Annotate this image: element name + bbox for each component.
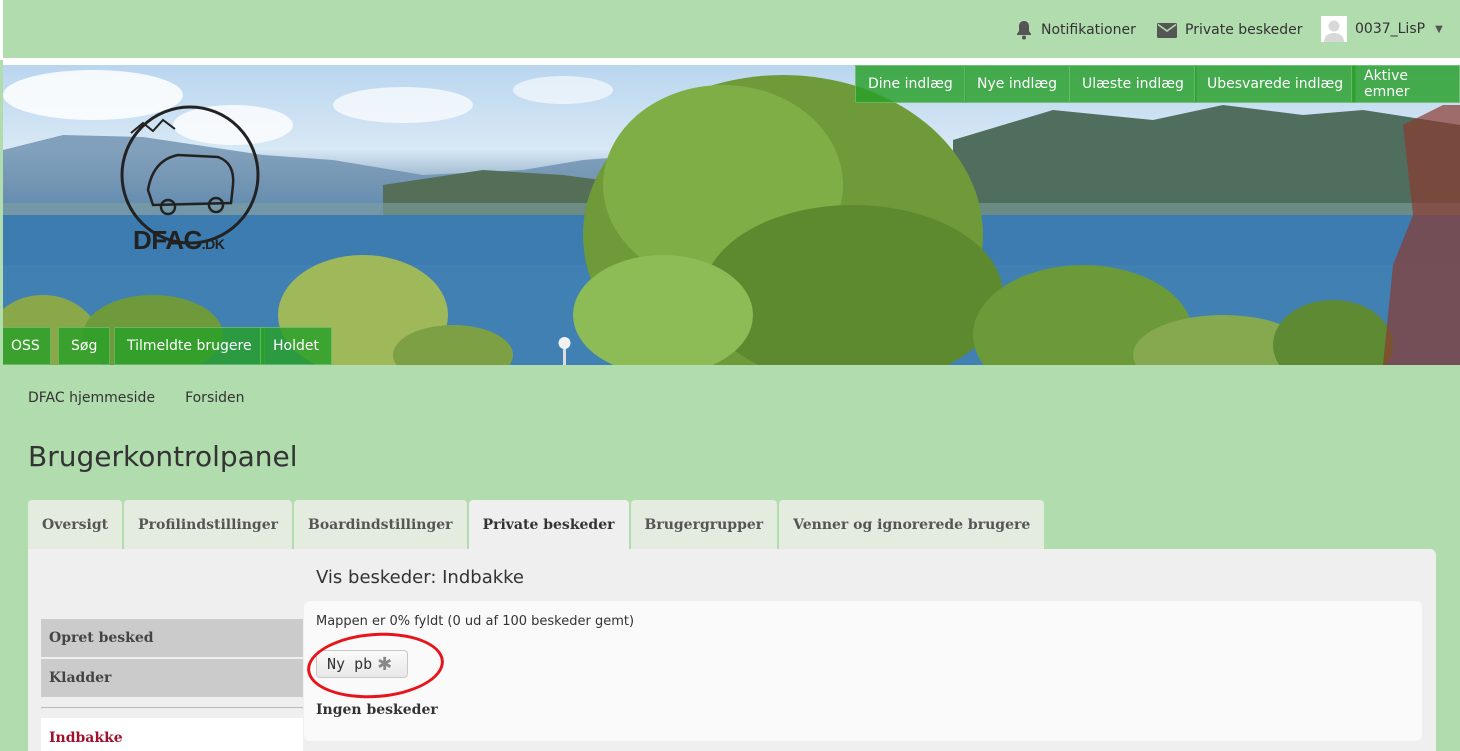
nav-members-label: Tilmeldte brugere [127, 338, 252, 354]
nav-faq[interactable]: OSS [3, 327, 51, 365]
caret-down-icon: ▼ [1435, 23, 1443, 35]
tab-friends-foes[interactable]: Venner og ignorerede brugere [779, 500, 1045, 549]
ucp-tabs: Oversigt Profilindstillinger Boardindsti… [28, 500, 1045, 549]
logo-suffix: .DK [201, 236, 225, 252]
nav-unanswered-posts[interactable]: Ubesvarede indlæg [1194, 65, 1357, 103]
sidebar-item-compose[interactable]: Opret besked [41, 619, 303, 657]
private-messages-label: Private beskeder [1185, 22, 1303, 38]
sidebar-item-label: Indbakke [49, 730, 123, 746]
header-banner: DFAC.DK Dine indlæg Nye indlæg Ulæste in… [3, 65, 1460, 365]
avatar [1321, 16, 1347, 42]
breadcrumb-forum-index[interactable]: Forsiden [185, 390, 244, 406]
nav-your-posts-label: Dine indlæg [868, 76, 953, 92]
nav-unread-posts-label: Ulæste indlæg [1082, 76, 1184, 92]
breadcrumb-home[interactable]: DFAC hjemmeside [28, 390, 155, 406]
sidebar-item-inbox[interactable]: Indbakke [41, 718, 303, 751]
notifications-link[interactable]: Notifikationer [1015, 19, 1136, 41]
sidebar-item-label: Kladder [49, 670, 112, 686]
sidebar-item-label: Opret besked [49, 630, 154, 646]
sidebar-divider [41, 707, 303, 708]
tab-private-messages[interactable]: Private beskeder [468, 500, 629, 549]
private-messages-link[interactable]: Private beskeder [1157, 19, 1303, 41]
landscape-image [3, 70, 1460, 365]
content-title: Vis beskeder: Indbakke [316, 567, 525, 588]
user-menu[interactable]: 0037_LisP ▼ [1321, 15, 1443, 43]
nav-team[interactable]: Holdet [260, 327, 332, 365]
username: 0037_LisP [1355, 21, 1426, 37]
nav-search[interactable]: Søg [58, 327, 111, 365]
breadcrumb: DFAC hjemmeside Forsiden [28, 390, 245, 406]
nav-new-posts[interactable]: Nye indlæg [964, 65, 1070, 103]
sidebar-item-drafts[interactable]: Kladder [41, 659, 303, 697]
tab-usergroups[interactable]: Brugergrupper [630, 500, 778, 549]
page-title: Brugerkontrolpanel [28, 440, 298, 473]
nav-faq-label: OSS [11, 338, 40, 354]
folder-status: Mappen er 0% fyldt (0 ud af 100 beskeder… [316, 614, 635, 629]
nav-unanswered-posts-label: Ubesvarede indlæg [1207, 76, 1344, 92]
tab-overview[interactable]: Oversigt [28, 500, 123, 549]
logo-text: DFAC [133, 225, 202, 255]
notifications-label: Notifikationer [1041, 22, 1136, 38]
site-logo[interactable]: DFAC.DK [133, 225, 225, 256]
nav-unread-posts[interactable]: Ulæste indlæg [1069, 65, 1197, 103]
nav-active-topics-label: Aktive emner [1364, 68, 1410, 100]
nav-members[interactable]: Tilmeldte brugere [114, 327, 265, 365]
tab-profile[interactable]: Profilindstillinger [124, 500, 292, 549]
top-divider [3, 58, 1460, 65]
nav-search-label: Søg [71, 338, 98, 354]
envelope-icon [1157, 22, 1177, 38]
nav-active-topics[interactable]: Aktive emner [1351, 65, 1460, 103]
nav-your-posts[interactable]: Dine indlæg [855, 65, 966, 103]
nav-team-label: Holdet [273, 338, 319, 354]
no-messages-text: Ingen beskeder [316, 702, 438, 718]
nav-new-posts-label: Nye indlæg [977, 76, 1057, 92]
bell-icon [1015, 20, 1033, 40]
tab-board-preferences[interactable]: Boardindstillinger [293, 500, 467, 549]
